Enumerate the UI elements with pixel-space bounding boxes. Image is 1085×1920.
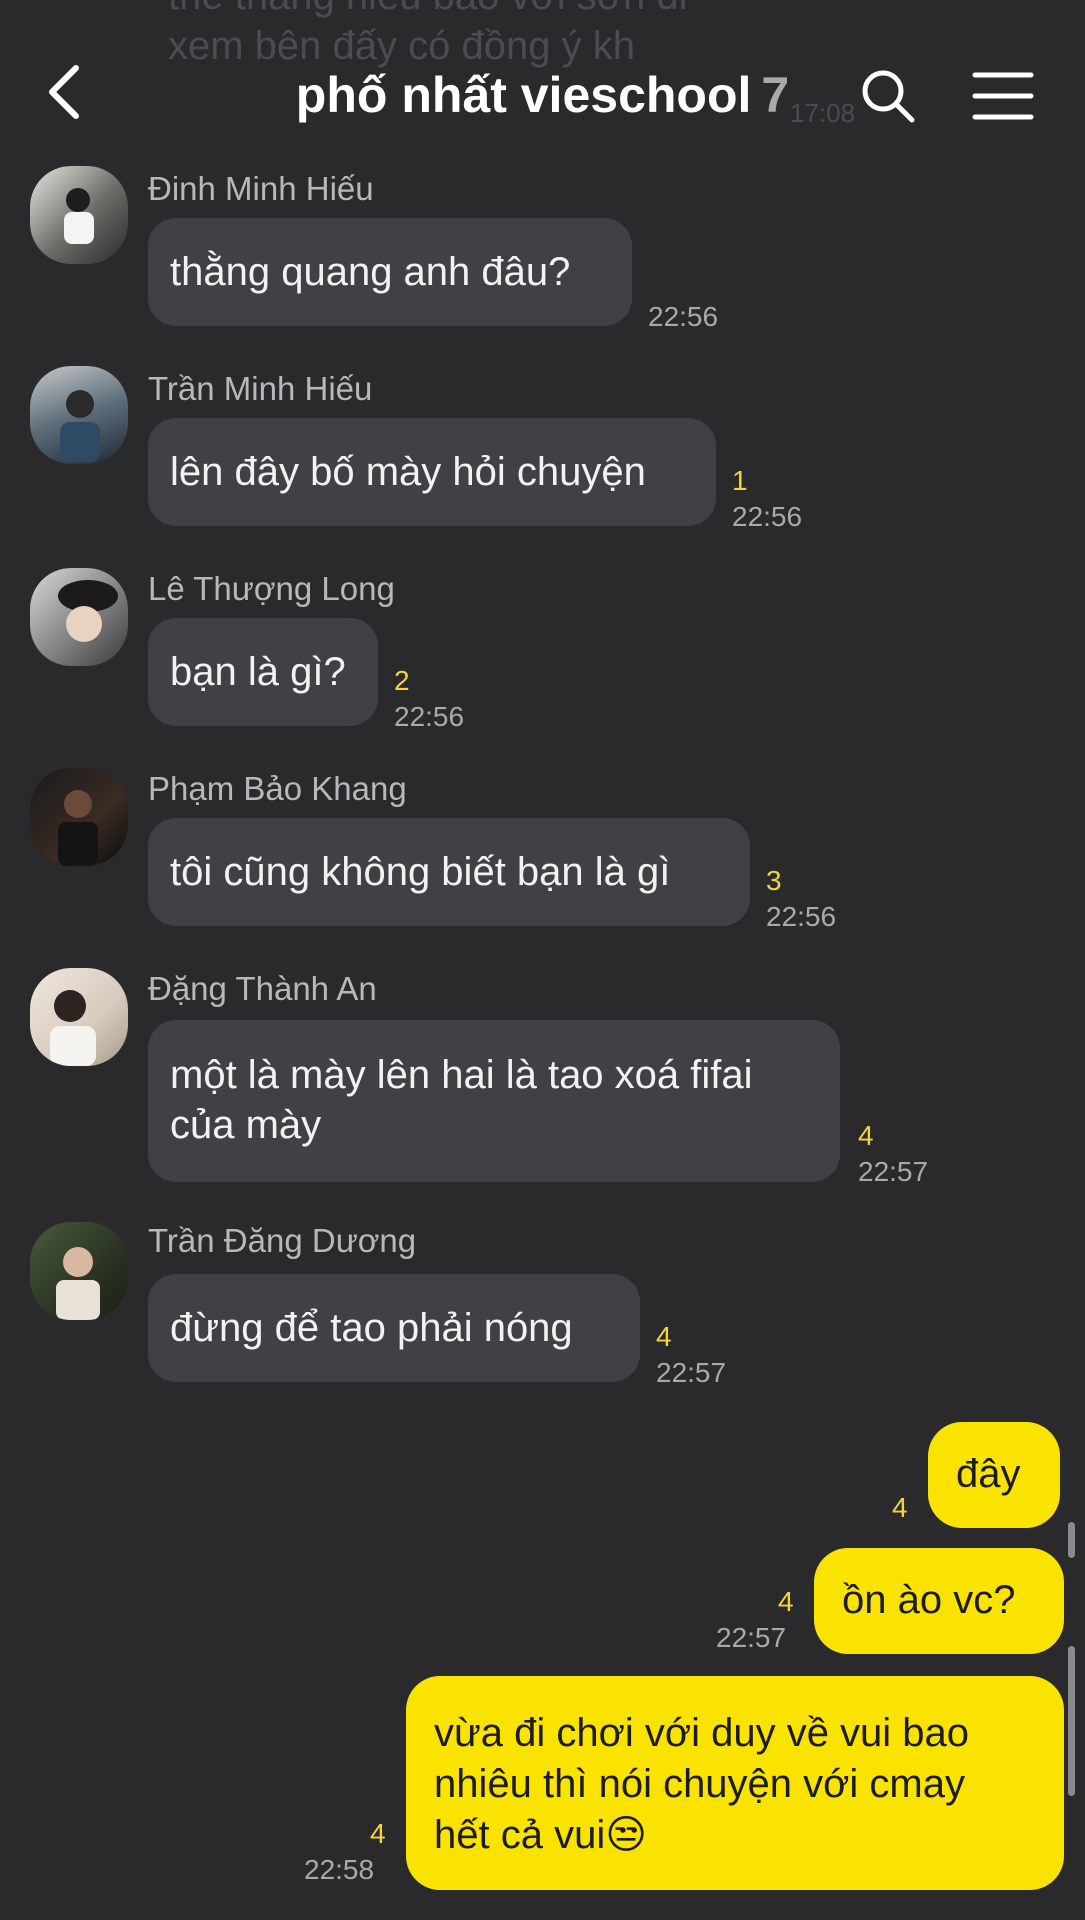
- my-message-bubble[interactable]: vừa đi chơi với duy về vui bao nhiêu thì…: [406, 1676, 1064, 1890]
- avatar[interactable]: [30, 968, 128, 1066]
- message-time: 22:56: [394, 701, 465, 732]
- chat-header: phố nhất vieschool 7: [0, 40, 1085, 150]
- avatar[interactable]: [30, 568, 128, 666]
- chat-name: phố nhất vieschool: [295, 67, 752, 123]
- avatar[interactable]: [30, 1222, 128, 1320]
- preview-line-1: thể thằng hiếu bảo với sơn đi: [168, 0, 687, 22]
- unread-count: 4: [858, 1120, 874, 1151]
- scrollbar-thumb[interactable]: [1068, 1646, 1075, 1796]
- avatar[interactable]: [30, 768, 128, 866]
- message-text: lên đây bố mày hỏi chuyện: [170, 450, 646, 494]
- message-text: vừa đi chơi với duy về vui bao nhiêu thì…: [434, 1711, 970, 1857]
- message-text: một là mày lên hai là tao xoá fifai của …: [170, 1053, 753, 1147]
- message-text: đừng để tao phải nóng: [170, 1306, 573, 1350]
- unread-count: 4: [370, 1818, 386, 1849]
- unread-count: 4: [778, 1586, 794, 1617]
- member-count: 7: [761, 67, 790, 123]
- unread-count: 3: [766, 865, 782, 896]
- message-bubble[interactable]: bạn là gì?: [148, 618, 378, 726]
- avatar[interactable]: [30, 366, 128, 464]
- sender-name: Đinh Minh Hiếu: [148, 170, 374, 207]
- unread-count: 4: [656, 1321, 672, 1352]
- message-bubble[interactable]: lên đây bố mày hỏi chuyện: [148, 418, 716, 526]
- sender-name: Đặng Thành An: [148, 970, 377, 1007]
- sender-name: Phạm Bảo Khang: [148, 770, 407, 807]
- my-message-bubble[interactable]: đây: [928, 1422, 1060, 1528]
- search-icon[interactable]: [858, 66, 918, 126]
- sender-name: Lê Thượng Long: [148, 570, 395, 607]
- menu-icon[interactable]: [972, 70, 1034, 122]
- sender-name: Trần Đăng Dương: [148, 1222, 417, 1259]
- message-bubble[interactable]: đừng để tao phải nóng: [148, 1274, 640, 1382]
- unread-count: 2: [394, 665, 410, 696]
- message-time: 22:56: [648, 301, 719, 332]
- avatar[interactable]: [30, 166, 128, 264]
- message-time: 22:58: [304, 1854, 375, 1885]
- message-time: 22:56: [766, 901, 837, 932]
- message-text: thằng quang anh đâu?: [170, 250, 571, 294]
- unread-count: 1: [732, 465, 748, 496]
- message-text: ồn ào vc?: [842, 1578, 1016, 1622]
- message-time: 22:56: [732, 501, 803, 532]
- message-bubble[interactable]: một là mày lên hai là tao xoá fifai của …: [148, 1020, 840, 1182]
- scrollbar-thumb[interactable]: [1068, 1522, 1075, 1558]
- message-time: 22:57: [858, 1156, 929, 1187]
- message-time: 22:57: [656, 1357, 727, 1388]
- message-time: 22:57: [716, 1622, 787, 1653]
- my-message-bubble[interactable]: ồn ào vc?: [814, 1548, 1064, 1654]
- sender-name: Trần Minh Hiếu: [148, 370, 373, 407]
- message-text: tôi cũng không biết bạn là gì: [170, 850, 671, 894]
- unread-count: 4: [892, 1492, 908, 1523]
- message-text: bạn là gì?: [170, 650, 346, 694]
- chat-title[interactable]: phố nhất vieschool 7: [0, 66, 1085, 124]
- message-text: đây: [956, 1452, 1021, 1496]
- message-bubble[interactable]: tôi cũng không biết bạn là gì: [148, 818, 750, 926]
- message-bubble[interactable]: thằng quang anh đâu?: [148, 218, 632, 326]
